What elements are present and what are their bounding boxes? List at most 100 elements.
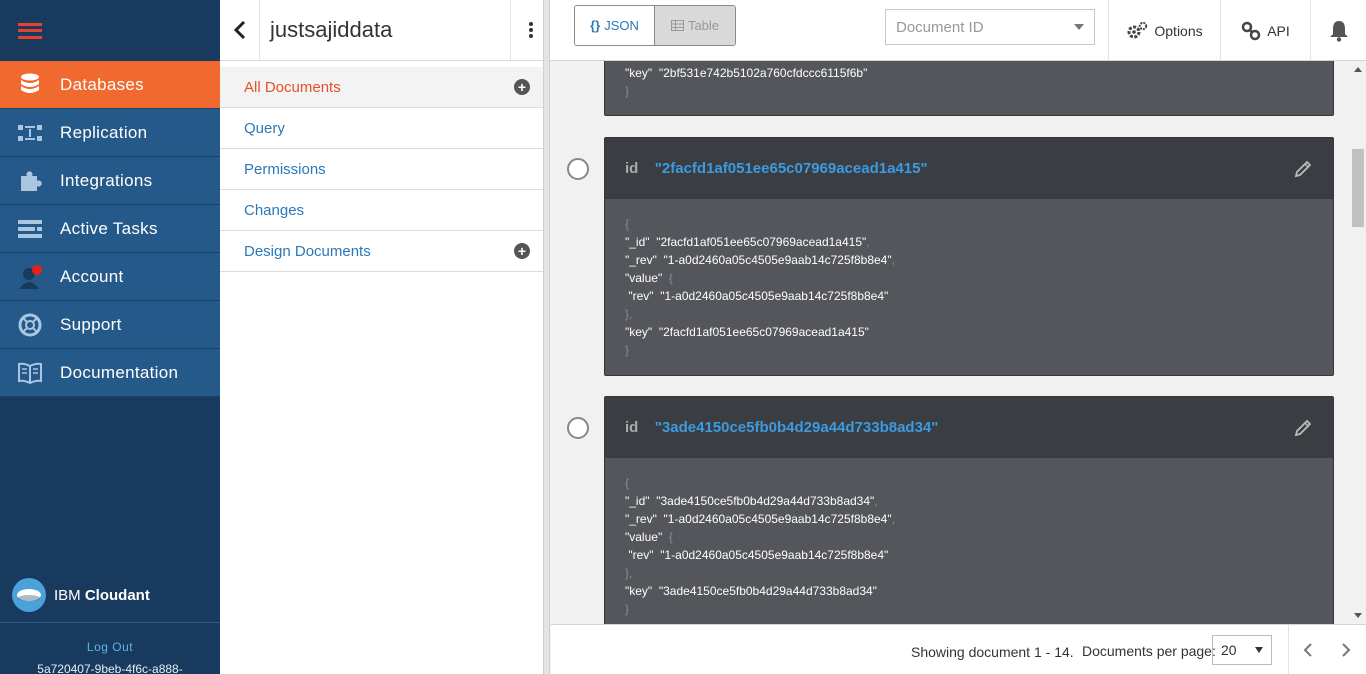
table-icon	[670, 20, 684, 31]
id-label: id	[625, 418, 639, 436]
sidebar-item-label: Query	[244, 119, 285, 137]
document-json: { "_id" "2facfd1af051ee65c07969acead1a41…	[605, 199, 1333, 373]
tasks-icon	[0, 219, 60, 239]
pencil-edit-icon[interactable]	[1293, 159, 1313, 179]
document-id-placeholder: Document ID	[896, 18, 984, 36]
json-line: "_id" "3ade4150ce5fb0b4d29a44d733b8ad34"…	[625, 494, 878, 508]
document-json: "key" "2bf531e742b5102a760cfdccc6115f6b"…	[605, 61, 1333, 114]
json-key: "value"	[625, 271, 663, 285]
json-view-button[interactable]: {} JSON	[575, 6, 655, 45]
chevron-left-icon	[1303, 643, 1312, 657]
json-key: "rev"	[628, 289, 654, 303]
view-toggle: {} JSON Table	[574, 5, 736, 46]
braces-icon: {}	[590, 18, 601, 33]
nav-item-label: Integrations	[60, 170, 153, 190]
pencil-edit-icon[interactable]	[1293, 418, 1313, 438]
json-brace: }	[625, 84, 630, 98]
brand-cloudant: Cloudant	[84, 586, 150, 604]
api-label: API	[1267, 22, 1290, 39]
json-value: "1-a0d2460a05c4505e9aab14c725f8b8e4"	[660, 548, 889, 562]
account-id: 5a720407-9beb-4f6c-a888-	[37, 662, 183, 674]
replication-icon	[0, 122, 60, 144]
notifications-button[interactable]	[1310, 0, 1366, 61]
nav-item-label: Active Tasks	[60, 218, 158, 238]
json-value: "3ade4150ce5fb0b4d29a44d733b8ad34"	[656, 494, 875, 508]
json-brace: {	[625, 217, 630, 231]
scroll-down-icon[interactable]	[1354, 613, 1362, 618]
next-page-button[interactable]	[1336, 640, 1356, 660]
ibm-cloudant-logo: IBM Cloudant	[12, 578, 150, 612]
json-brace: }	[625, 343, 630, 357]
documents-list: "key" "2bf531e742b5102a760cfdccc6115f6b"…	[551, 61, 1350, 624]
per-page-select[interactable]: 20	[1212, 635, 1272, 665]
database-header: justsajiddata	[220, 0, 550, 61]
options-button[interactable]: Options	[1108, 0, 1220, 61]
nav-item-integrations[interactable]: Integrations	[0, 157, 220, 205]
add-document-icon[interactable]: +	[514, 79, 530, 95]
sidebar-item-label: All Documents	[244, 78, 341, 96]
bell-icon	[1329, 20, 1348, 42]
table-label: Table	[687, 18, 720, 33]
document-card: id "2facfd1af051ee65c07969acead1a415" { …	[604, 137, 1334, 376]
back-button[interactable]	[220, 0, 260, 61]
puzzle-icon	[0, 169, 60, 193]
previous-page-button[interactable]	[1298, 640, 1318, 660]
json-line: "key" "3ade4150ce5fb0b4d29a44d733b8ad34"	[625, 582, 1313, 600]
per-page-label: Documents per page:	[1082, 643, 1216, 659]
column-resize-handle[interactable]	[543, 0, 550, 674]
nav-item-active-tasks[interactable]: Active Tasks	[0, 205, 220, 253]
json-line: "value" {	[625, 530, 673, 544]
nav-item-account[interactable]: Account	[0, 253, 220, 301]
account-icon	[0, 264, 60, 290]
document-card-header: id "3ade4150ce5fb0b4d29a44d733b8ad34"	[605, 397, 1333, 458]
document-card: "key" "2bf531e742b5102a760cfdccc6115f6b"…	[604, 61, 1334, 116]
table-view-button[interactable]: Table	[655, 6, 735, 45]
scrollbar-thumb[interactable]	[1352, 149, 1364, 227]
logout-link[interactable]: Log Out	[0, 640, 220, 654]
select-document-radio[interactable]	[567, 417, 589, 439]
sidebar-item-permissions[interactable]: Permissions	[220, 149, 550, 190]
documents-scrollbar[interactable]	[1350, 61, 1366, 624]
book-icon	[0, 362, 60, 384]
chevron-down-icon	[1255, 647, 1263, 653]
chevron-left-icon	[233, 20, 245, 40]
sidebar-item-all-documents[interactable]: All Documents +	[220, 67, 550, 108]
document-id[interactable]: "2facfd1af051ee65c07969acead1a415"	[655, 160, 928, 177]
api-button[interactable]: API	[1220, 0, 1310, 61]
vertical-dots-icon	[528, 22, 533, 38]
json-line: "key" "2facfd1af051ee65c07969acead1a415"	[625, 323, 1313, 341]
document-id-select[interactable]: Document ID	[885, 9, 1095, 45]
sidebar-item-changes[interactable]: Changes	[220, 190, 550, 231]
document-id[interactable]: "3ade4150ce5fb0b4d29a44d733b8ad34"	[655, 419, 939, 436]
json-brace: {	[625, 476, 630, 490]
nav-item-documentation[interactable]: Documentation	[0, 349, 220, 397]
select-document-radio[interactable]	[567, 158, 589, 180]
json-line: "_id" "2facfd1af051ee65c07969acead1a415"…	[625, 235, 870, 249]
sidebar-item-query[interactable]: Query	[220, 108, 550, 149]
nav-item-label: Support	[60, 314, 122, 334]
nav-item-databases[interactable]: Databases	[0, 61, 220, 109]
database-title: justsajiddata	[270, 17, 393, 42]
cloud-logo-icon	[12, 578, 46, 612]
lifebuoy-icon	[0, 313, 60, 337]
sidebar-item-design-documents[interactable]: Design Documents +	[220, 231, 550, 272]
json-brace: }	[625, 602, 630, 616]
app-root: Databases Replication Integrations Activ…	[0, 0, 1366, 674]
gears-icon	[1127, 21, 1148, 38]
scroll-up-icon[interactable]	[1354, 67, 1362, 72]
nav-item-support[interactable]: Support	[0, 301, 220, 349]
per-page-value: 20	[1221, 642, 1237, 658]
nav-item-label: Documentation	[60, 362, 179, 382]
nav-item-label: Account	[60, 266, 124, 286]
json-line: "_rev" "1-a0d2460a05c4505e9aab14c725f8b8…	[625, 253, 895, 267]
hamburger-menu-button[interactable]	[0, 0, 220, 61]
json-value: "2facfd1af051ee65c07969acead1a415"	[658, 325, 869, 339]
add-design-document-icon[interactable]: +	[514, 243, 530, 259]
json-line: "value" {	[625, 271, 673, 285]
brand-text: IBM Cloudant	[54, 587, 150, 604]
nav-item-label: Replication	[60, 122, 148, 142]
json-key: "value"	[625, 530, 663, 544]
json-label: JSON	[604, 18, 639, 33]
brand-ibm: IBM	[54, 586, 81, 604]
nav-item-replication[interactable]: Replication	[0, 109, 220, 157]
